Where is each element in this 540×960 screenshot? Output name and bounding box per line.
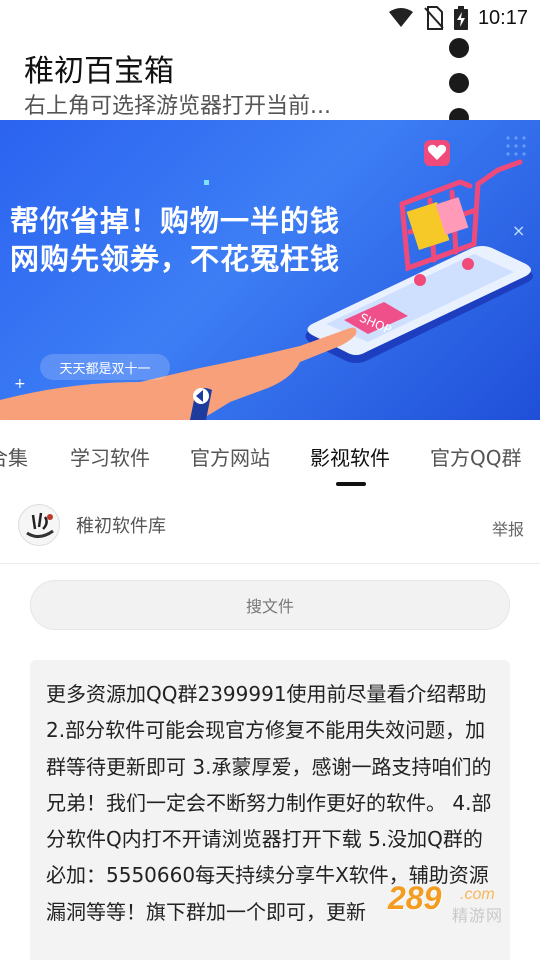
author-row: 稚初软件库 举报 [0,490,540,564]
search-input[interactable]: 搜文件 [30,580,510,630]
category-tabs: 合集 学习软件 官方网站 影视软件 官方QQ群 [0,420,540,490]
tab-collection[interactable]: 合集 [0,442,28,471]
status-bar: 10:17 [0,0,540,36]
report-button[interactable]: 举报 [492,516,524,540]
menu-dot-icon [449,73,469,93]
search-placeholder: 搜文件 [245,597,294,616]
wifi-icon [388,8,413,27]
svg-text:+: + [14,376,26,392]
calligraphy-logo-icon [20,506,59,545]
no-sim-icon [424,6,444,30]
page-subtitle: 右上角可选择游览器打开当前... [24,94,331,119]
battery-charging-icon [453,6,468,30]
banner-chip: 天天都是双十一 [40,354,170,380]
notice-card: 更多资源加QQ群2399991使用前尽量看介绍帮助 2.部分软件可能会现官方修复… [30,660,510,960]
promo-banner[interactable]: + × SHOP 帮你省掉！购物一半的钱 网购先领券，不花冤枉钱 天天都是双十一 [0,120,540,420]
app-header: 稚初百宝箱 右上角可选择游览器打开当前... [0,36,540,128]
content-area: 搜文件 更多资源加QQ群2399991使用前尽量看介绍帮助 2.部分软件可能会现… [0,564,540,960]
author-name[interactable]: 稚初软件库 [76,512,166,538]
active-tab-indicator [336,482,366,486]
page-title: 稚初百宝箱 [24,54,174,89]
avatar[interactable] [18,504,60,546]
tab-learning-software[interactable]: 学习软件 [70,442,150,471]
banner-headline-2: 网购先领券，不花冤枉钱 [10,242,341,276]
svg-text:×: × [512,221,525,240]
status-time: 10:17 [477,6,528,29]
notice-text: 更多资源加QQ群2399991使用前尽量看介绍帮助 2.部分软件可能会现官方修复… [46,682,492,924]
menu-dot-icon [449,38,469,58]
more-options-button[interactable] [444,38,474,128]
tab-official-website[interactable]: 官方网站 [190,442,270,471]
tab-official-qq-group[interactable]: 官方QQ群 [430,442,521,471]
banner-headline-1: 帮你省掉！购物一半的钱 [10,204,341,238]
tab-video-software[interactable]: 影视软件 [310,442,390,471]
status-icons: 10:17 [388,6,528,30]
